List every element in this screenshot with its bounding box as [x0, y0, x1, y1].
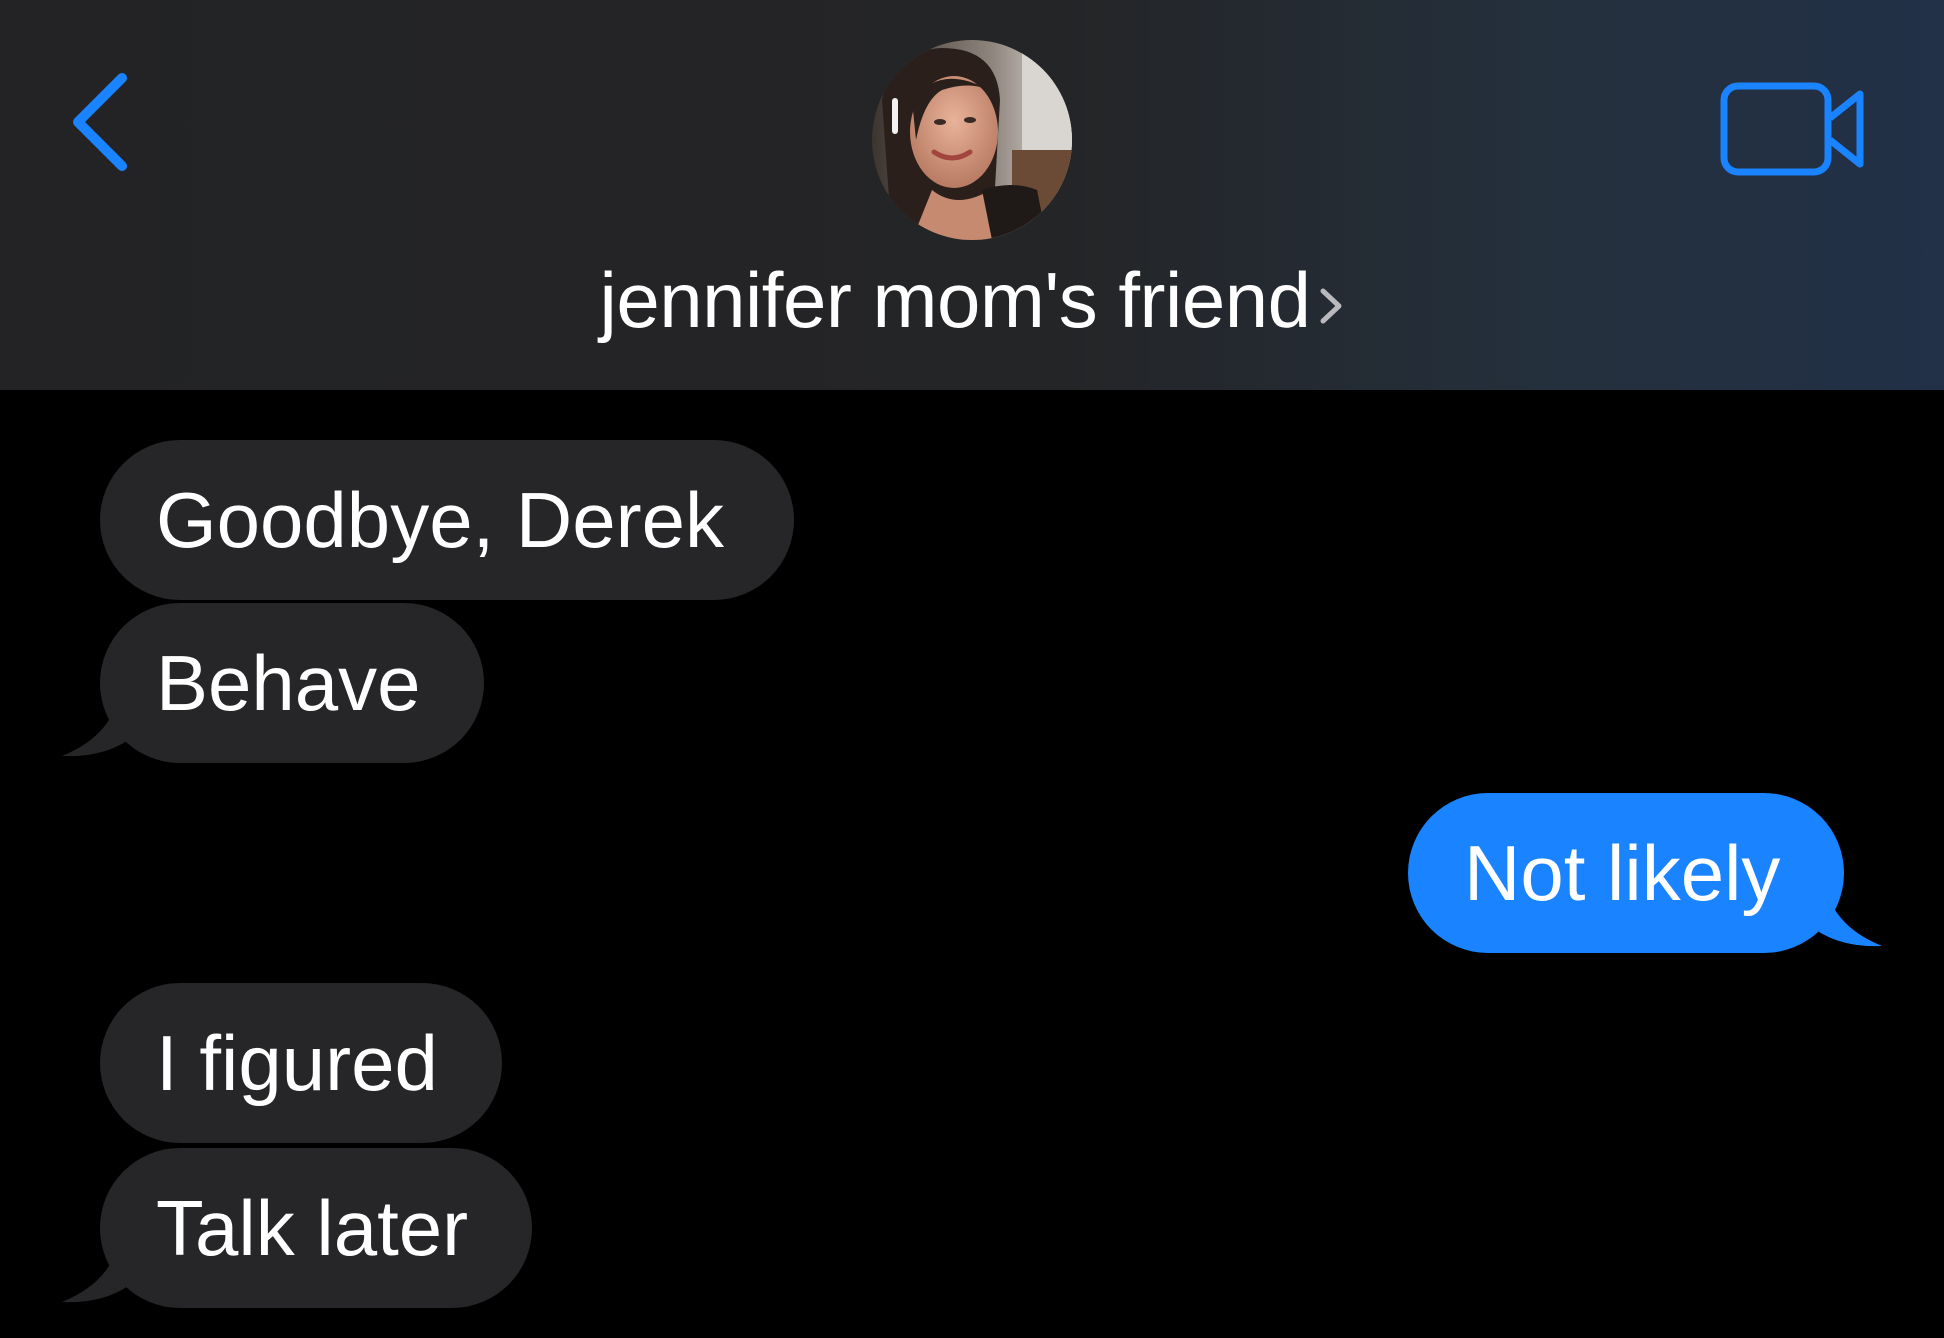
contact-name: jennifer mom's friend: [599, 256, 1312, 344]
back-button[interactable]: [60, 62, 140, 182]
message-text: I figured: [156, 1019, 438, 1107]
message-text: Talk later: [156, 1184, 469, 1272]
video-camera-icon: [1720, 82, 1864, 176]
facetime-video-button[interactable]: [1718, 80, 1870, 180]
contact-avatar[interactable]: [872, 40, 1072, 240]
message-bubble-incoming[interactable]: Goodbye, Derek: [100, 440, 794, 600]
avatar-photo: [872, 40, 1072, 240]
contact-name-button[interactable]: jennifer mom's friend: [0, 252, 1944, 348]
message-text: Not likely: [1464, 829, 1781, 917]
messages-screen: jennifer mom's friend Goodbye, Derek Beh…: [0, 0, 1944, 1338]
conversation-header: jennifer mom's friend: [0, 0, 1944, 390]
message-text: Goodbye, Derek: [156, 476, 724, 564]
message-bubble-outgoing[interactable]: Not likely: [1408, 793, 1844, 953]
message-text: Behave: [156, 639, 421, 727]
message-bubble-incoming[interactable]: Talk later: [100, 1148, 532, 1308]
message-bubble-incoming[interactable]: Behave: [100, 603, 484, 763]
chevron-left-icon: [73, 73, 127, 171]
message-bubble-incoming[interactable]: I figured: [100, 983, 502, 1143]
chevron-right-icon: [1320, 288, 1341, 324]
